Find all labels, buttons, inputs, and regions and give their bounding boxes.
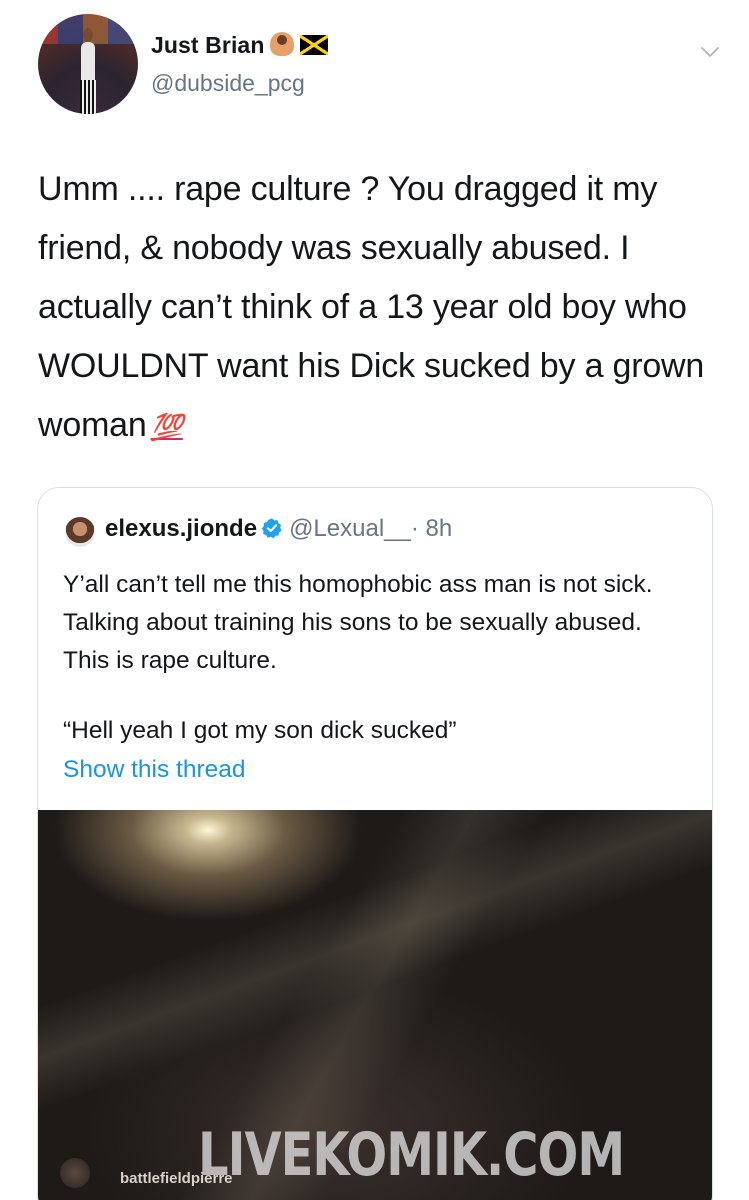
streamer-avatar (60, 1158, 90, 1188)
chevron-down-icon[interactable] (698, 40, 722, 64)
quoted-author-username[interactable]: @Lexual__ (289, 515, 411, 542)
quoted-author-avatar[interactable] (65, 517, 95, 547)
quoted-tweet-time: · 8h (410, 515, 453, 542)
author-avatar[interactable] (38, 14, 138, 114)
quoted-author-row: elexus.jionde @Lexual__· 8h (105, 515, 452, 543)
streamer-name: battlefieldpierre (120, 1170, 233, 1187)
author-display-name[interactable]: Just Brian (151, 32, 329, 59)
quoted-author-name[interactable]: elexus.jionde (105, 515, 257, 542)
video-watermark: LIVEKOMIK.COM (198, 1120, 625, 1190)
quoted-paragraph-1: Y’all can’t tell me this homophobic ass … (63, 571, 653, 674)
quoted-tweet-card[interactable]: elexus.jionde @Lexual__· 8h Y’all can’t … (37, 487, 713, 1200)
tweet-header: Just Brian @dubside_pcg (38, 14, 728, 124)
person-shrugging-emoji-icon (270, 32, 295, 56)
hundred-points-emoji: 💯 (150, 412, 183, 442)
show-thread-link[interactable]: Show this thread (63, 756, 246, 784)
tweet-text: Umm .... rape culture ? You dragged it m… (38, 170, 705, 444)
author-username[interactable]: @dubside_pcg (151, 70, 305, 97)
jamaica-flag-icon (300, 35, 329, 55)
quoted-paragraph-2: “Hell yeah I got my son dick sucked” (63, 717, 457, 744)
quoted-tweet-video[interactable]: LIVEKOMIK.COM battlefieldpierre (38, 810, 712, 1200)
verified-badge-icon (261, 518, 282, 539)
quoted-tweet-text: Y’all can’t tell me this homophobic ass … (63, 566, 683, 782)
